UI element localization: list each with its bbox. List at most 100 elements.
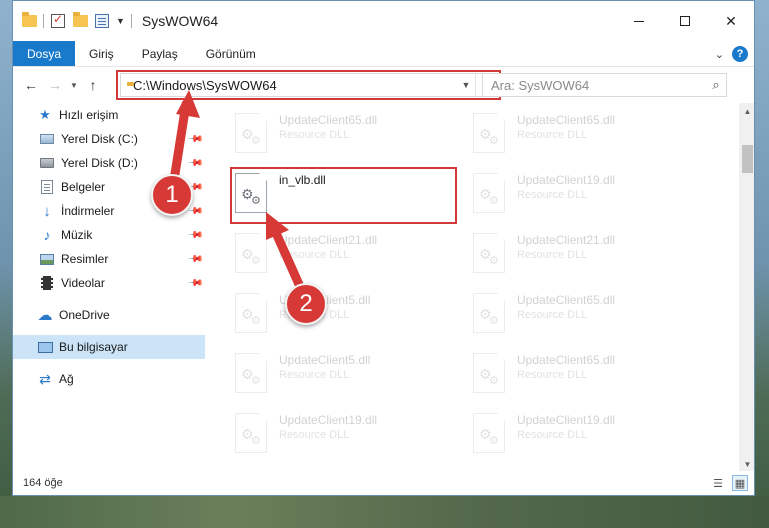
status-bar: 164 öğe ☰ ▦ xyxy=(13,471,754,495)
customize-toolbar-icon[interactable]: ▼ xyxy=(116,16,125,26)
tiles-view-icon[interactable]: ▦ xyxy=(732,475,748,491)
toolbar-divider xyxy=(130,14,132,28)
star-icon: ★ xyxy=(39,107,51,122)
back-button[interactable]: ← xyxy=(19,73,43,97)
pin-icon[interactable]: 📌 xyxy=(186,275,203,292)
sidebar-item-network[interactable]: ⇄ Ağ xyxy=(13,367,205,391)
sidebar-item-label: İndirmeler xyxy=(61,204,115,218)
file-name: UpdateClient65.dll xyxy=(517,293,616,307)
dll-file-icon: ⚙ ⚙ xyxy=(235,233,267,273)
desktop-wallpaper-bottom xyxy=(0,496,769,528)
up-button[interactable]: ↑ xyxy=(81,73,105,97)
sidebar-item-local-disk-d[interactable]: Yerel Disk (D:) 📌 xyxy=(13,151,205,175)
scroll-up-icon[interactable]: ▲ xyxy=(739,103,754,120)
file-item[interactable]: ⚙⚙ UpdateClient5.dllResource DLL xyxy=(235,289,465,347)
dll-file-icon: ⚙ ⚙ xyxy=(235,173,267,213)
sidebar-item-label: Müzik xyxy=(61,228,93,242)
file-type: Resource DLL xyxy=(517,309,588,321)
file-item[interactable]: ⚙ ⚙ UpdateClient65.dll Resource DLL xyxy=(473,289,703,347)
dll-file-icon: ⚙ ⚙ xyxy=(473,413,505,453)
file-item[interactable]: ⚙ ⚙ UpdateClient65.dll Resource DLL xyxy=(235,109,465,167)
dll-file-icon: ⚙ ⚙ xyxy=(473,353,505,393)
file-type: Resource DLL xyxy=(279,249,350,261)
desktop-wallpaper-left xyxy=(0,0,12,528)
cloud-icon: ☁ xyxy=(37,307,53,324)
file-name: UpdateClient19.dll xyxy=(517,173,616,187)
sidebar-item-label: Belgeler xyxy=(61,180,106,194)
sidebar-item-local-disk-c[interactable]: Yerel Disk (C:) 📌 xyxy=(13,127,205,151)
tab-view[interactable]: Görünüm xyxy=(192,41,270,66)
file-type: Resource DLL xyxy=(279,129,350,141)
file-name: UpdateClient65.dll xyxy=(517,113,616,127)
dll-file-icon: ⚙ ⚙ xyxy=(473,293,505,333)
sidebar-item-label: Hızlı erişim xyxy=(59,108,119,122)
sidebar-item-pictures[interactable]: Resimler 📌 xyxy=(13,247,205,271)
sidebar-item-this-pc[interactable]: Bu bilgisayar xyxy=(13,335,205,359)
tab-share[interactable]: Paylaş xyxy=(128,41,192,66)
recent-locations-button[interactable]: ▼ xyxy=(67,81,81,90)
minimize-button[interactable] xyxy=(616,1,662,41)
sidebar-item-videos[interactable]: Videolar 📌 xyxy=(13,271,205,295)
sidebar-item-music[interactable]: ♪ Müzik 📌 xyxy=(13,223,205,247)
expand-ribbon-icon[interactable]: ⌄ xyxy=(715,48,724,61)
dll-file-icon: ⚙ ⚙ xyxy=(235,353,267,393)
file-name: in_vlb.dll xyxy=(279,173,326,187)
file-item[interactable]: ⚙ ⚙ UpdateClient65.dll Resource DLL xyxy=(473,349,703,407)
file-type: Resource DLL xyxy=(517,189,588,201)
window-controls: ✕ xyxy=(616,1,754,41)
properties-icon[interactable] xyxy=(94,13,110,29)
file-item[interactable]: ⚙ ⚙ UpdateClient21.dll Resource DLL xyxy=(235,229,465,287)
file-type: Resource DLL xyxy=(279,369,350,381)
file-item[interactable]: ⚙ ⚙ UpdateClient21.dll Resource DLL xyxy=(473,229,703,287)
sidebar-item-onedrive[interactable]: ☁ OneDrive xyxy=(13,303,205,327)
music-icon: ♪ xyxy=(43,227,51,243)
file-item-in-vlb[interactable]: ⚙ ⚙ in_vlb.dll xyxy=(235,169,465,227)
dll-file-icon: ⚙ ⚙ xyxy=(235,113,267,153)
file-name: UpdateClient19.dll xyxy=(517,413,616,427)
step-badge-1: 1 xyxy=(151,174,193,216)
search-input[interactable]: Ara: SysWOW64 xyxy=(491,78,706,93)
sidebar-item-quick-access[interactable]: ★ Hızlı erişim xyxy=(13,103,205,127)
file-type: Resource DLL xyxy=(517,129,588,141)
close-button[interactable]: ✕ xyxy=(708,1,754,41)
explorer-window: ▼ SysWOW64 ✕ Dosya Giriş Paylaş Görünüm … xyxy=(12,0,755,496)
dll-file-icon: ⚙ ⚙ xyxy=(473,233,505,273)
dll-file-icon: ⚙ ⚙ xyxy=(473,173,505,213)
file-item[interactable]: ⚙⚙ UpdateClient5.dllResource DLL xyxy=(235,349,465,407)
folder-icon xyxy=(21,12,37,29)
address-dropdown-icon[interactable]: ▼ xyxy=(457,80,475,90)
dll-file-icon: ⚙ ⚙ xyxy=(235,293,267,333)
ribbon-right-controls: ⌄ ? xyxy=(715,41,748,67)
window-title: SysWOW64 xyxy=(141,13,219,29)
address-bar[interactable]: C:\Windows\SysWOW64 ▼ ↻ xyxy=(120,73,498,97)
item-count: 164 öğe xyxy=(23,477,63,489)
file-item[interactable]: ⚙ ⚙ UpdateClient19.dll Resource DLL xyxy=(473,409,703,467)
pin-icon[interactable]: 📌 xyxy=(186,251,203,268)
file-item[interactable]: ⚙ ⚙ UpdateClient19.dll Resource DLL xyxy=(235,409,465,467)
new-folder-icon[interactable] xyxy=(72,12,88,29)
pin-icon[interactable]: 📌 xyxy=(186,155,203,172)
details-view-icon[interactable]: ☰ xyxy=(710,475,726,491)
pin-icon[interactable]: 📌 xyxy=(186,131,203,148)
content-area: ★ Hızlı erişim Yerel Disk (C:) 📌 Yerel D… xyxy=(13,103,754,473)
search-box[interactable]: Ara: SysWOW64 ⌕ xyxy=(482,73,727,97)
help-icon[interactable]: ? xyxy=(732,46,748,62)
pin-icon[interactable]: 📌 xyxy=(186,227,203,244)
search-icon[interactable]: ⌕ xyxy=(706,77,726,93)
network-icon: ⇄ xyxy=(39,370,51,387)
address-path[interactable]: C:\Windows\SysWOW64 xyxy=(133,78,457,93)
scrollbar-thumb[interactable] xyxy=(742,145,753,173)
tab-file[interactable]: Dosya xyxy=(13,41,76,66)
vertical-scrollbar[interactable]: ▲ ▼ xyxy=(739,103,754,473)
maximize-button[interactable] xyxy=(662,1,708,41)
properties-check-icon[interactable] xyxy=(50,12,66,29)
step-badge-2: 2 xyxy=(285,283,327,325)
forward-button[interactable]: → xyxy=(43,73,67,97)
computer-icon xyxy=(37,339,53,355)
tab-home[interactable]: Giriş xyxy=(75,41,128,66)
file-item[interactable]: ⚙ ⚙ UpdateClient19.dll Resource DLL xyxy=(473,169,703,227)
file-type: Resource DLL xyxy=(517,249,588,261)
file-item[interactable]: ⚙ ⚙ UpdateClient65.dll Resource DLL xyxy=(473,109,703,167)
